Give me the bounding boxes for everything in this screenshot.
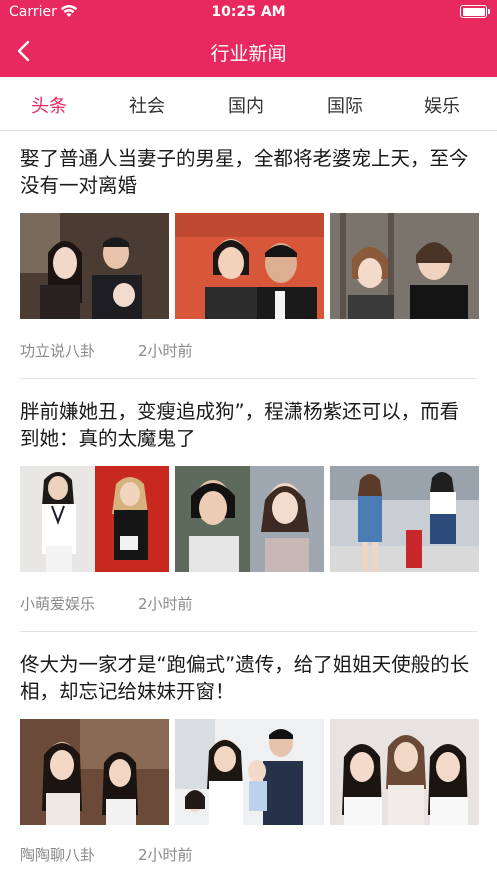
divider <box>20 378 477 379</box>
news-headline: 娶了普通人当妻子的男星，全都将老婆宠上天，至今没有一对离婚 <box>20 147 469 197</box>
news-item[interactable]: 佟大为一家才是“跑偏式”遗传，给了姐姐天使般的长相，却忘记给妹妹开窗！ 陶陶聊八… <box>20 651 479 871</box>
status-time: 10:25 AM <box>211 4 286 20</box>
tab-headlines[interactable]: 头条 <box>9 92 89 118</box>
news-thumbnail <box>175 213 324 319</box>
news-meta: 小萌爱娱乐 2小时前 <box>20 593 478 613</box>
news-image-row <box>20 466 479 572</box>
page-title: 行业新闻 <box>210 43 287 65</box>
news-thumbnail <box>330 719 479 825</box>
tab-entertainment[interactable]: 娱乐 <box>402 92 482 118</box>
news-thumbnail <box>20 213 169 319</box>
news-headline: 胖前嫌她丑，变瘦追成狗”，程潇杨紫还可以，而看到她：真的太魔鬼了 <box>20 400 460 450</box>
news-image-row <box>20 213 479 319</box>
news-item[interactable]: 娶了普通人当妻子的男星，全都将老婆宠上天，至今没有一对离婚 功立说八卦 2小时前 <box>20 145 479 365</box>
news-thumbnail <box>175 719 324 825</box>
tab-society[interactable]: 社会 <box>107 92 187 118</box>
news-meta: 陶陶聊八卦 2小时前 <box>20 844 478 864</box>
category-tabs: 头条 社会 国内 国际 娱乐 <box>0 77 497 131</box>
news-source: 功立说八卦 <box>20 342 96 360</box>
nav-bar: 行业新闻 <box>0 26 497 77</box>
news-time: 2小时前 <box>138 342 193 360</box>
news-item[interactable]: 胖前嫌她丑，变瘦追成狗”，程潇杨紫还可以，而看到她：真的太魔鬼了 小萌爱娱乐 2… <box>20 398 479 618</box>
news-thumbnail <box>20 466 169 572</box>
divider <box>20 631 477 632</box>
status-bar: Carrier 10:25 AM <box>0 0 497 26</box>
tab-domestic[interactable]: 国内 <box>206 92 286 118</box>
news-source: 陶陶聊八卦 <box>20 846 96 864</box>
news-thumbnail <box>330 213 479 319</box>
news-source: 小萌爱娱乐 <box>20 595 96 613</box>
news-thumbnail <box>330 466 479 572</box>
news-thumbnail <box>20 719 169 825</box>
news-meta: 功立说八卦 2小时前 <box>20 340 478 360</box>
news-thumbnail <box>175 466 324 572</box>
tab-international[interactable]: 国际 <box>305 92 385 118</box>
battery-icon <box>460 5 490 18</box>
news-time: 2小时前 <box>138 846 193 864</box>
news-headline: 佟大为一家才是“跑偏式”遗传，给了姐姐天使般的长相，却忘记给妹妹开窗！ <box>20 653 470 703</box>
news-image-row <box>20 719 479 825</box>
news-time: 2小时前 <box>138 595 193 613</box>
